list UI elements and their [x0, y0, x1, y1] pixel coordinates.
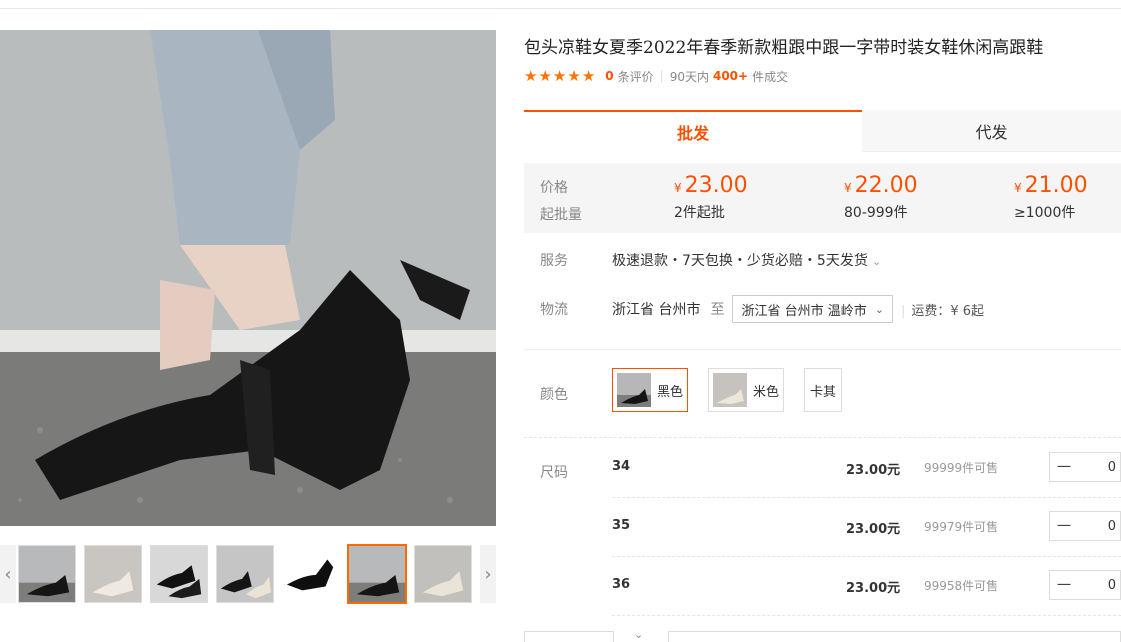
- star-icon: ★: [524, 66, 538, 85]
- color-option-khaki[interactable]: 卡其: [804, 368, 842, 412]
- size-price: 23.00元: [846, 581, 901, 596]
- divider: |: [659, 69, 664, 83]
- size-row: 34 23.00元 99999件可售 一 0: [612, 439, 1121, 497]
- destination-value: 浙江省 台州市 温岭市: [741, 303, 867, 319]
- sales-period: 90天内: [669, 69, 709, 84]
- freight-info: | 运费：¥ 6起: [900, 303, 985, 319]
- price-tier: ¥22.00 80-999件: [844, 173, 918, 222]
- tier-moq: ≥1000件: [1014, 205, 1076, 221]
- currency-symbol: ¥: [674, 181, 682, 195]
- logistics-label: 物流: [540, 302, 568, 318]
- rating-stars: ★ ★ ★ ★ ★: [524, 66, 596, 85]
- size-price: 23.00元: [846, 463, 901, 478]
- color-swatch-image: [617, 373, 651, 407]
- thumbnail[interactable]: [150, 545, 208, 603]
- quantity-input[interactable]: 0: [1078, 460, 1120, 475]
- purchase-mode-tabs: 批发 代发: [524, 110, 1121, 152]
- main-product-image[interactable]: [0, 30, 496, 526]
- product-title: 包头凉鞋女夏季2022年春季新款粗跟中跟一字带时装女鞋休闲高跟鞋: [524, 38, 1044, 58]
- minus-icon[interactable]: 一: [1050, 457, 1078, 477]
- minus-icon[interactable]: 一: [1050, 575, 1078, 595]
- service-text: 极速退款・7天包换・少货必赔・5天发货: [612, 253, 868, 269]
- tier-price: 21.00: [1024, 173, 1088, 198]
- minus-icon[interactable]: 一: [1050, 516, 1078, 536]
- moq-label: 起批量: [540, 207, 582, 223]
- size-value: 34: [612, 459, 631, 474]
- thumbnail[interactable]: [216, 545, 274, 603]
- freight-text: 运费：¥ 6起: [911, 303, 985, 319]
- color-option-beige[interactable]: 米色: [708, 368, 784, 412]
- review-suffix[interactable]: 条评价: [618, 68, 654, 85]
- size-stock: 99999件可售: [924, 461, 999, 475]
- color-option-label: 卡其: [809, 384, 836, 400]
- service-label: 服务: [540, 253, 568, 269]
- currency-symbol: ¥: [1014, 181, 1022, 195]
- review-count[interactable]: 0: [605, 69, 613, 83]
- sales-count: 400+: [712, 69, 749, 83]
- size-stock: 99979件可售: [924, 520, 999, 534]
- star-icon: ★: [581, 66, 596, 85]
- quantity-stepper: 一 0: [1049, 511, 1121, 541]
- size-price: 23.00元: [846, 522, 901, 537]
- size-row: 35 23.00元 99979件可售 一 0: [612, 498, 1121, 556]
- size-label: 尺码: [540, 465, 568, 481]
- bottom-control-partial[interactable]: [524, 631, 614, 642]
- thumbnail[interactable]: [84, 545, 142, 603]
- tier-price: 23.00: [684, 173, 748, 198]
- tab-dropship[interactable]: 代发: [862, 110, 1121, 152]
- tier-moq: 2件起批: [674, 205, 725, 221]
- currency-symbol: ¥: [844, 181, 852, 195]
- chevron-down-icon[interactable]: ⌄: [634, 628, 654, 642]
- size-value: 36: [612, 577, 631, 592]
- size-stock: 99958件可售: [924, 579, 999, 593]
- thumbnail-active[interactable]: [347, 544, 407, 604]
- destination-select[interactable]: 浙江省 台州市 温岭市 ⌄: [732, 295, 893, 323]
- to-label: 至: [710, 302, 725, 318]
- color-swatch-image: [713, 373, 747, 407]
- tier-price: 22.00: [854, 173, 918, 198]
- price-tier: ¥21.00 ≥1000件: [1014, 173, 1088, 222]
- price-tier: ¥23.00 2件起批: [674, 173, 748, 222]
- quantity-input[interactable]: 0: [1078, 578, 1120, 593]
- section-divider: [524, 349, 1121, 350]
- color-option-black[interactable]: 黑色: [612, 368, 688, 412]
- size-row: 36 23.00元 99958件可售 一 0: [612, 557, 1121, 615]
- quantity-stepper: 一 0: [1049, 452, 1121, 482]
- color-option-label: 米色: [753, 384, 780, 400]
- star-icon: ★: [567, 66, 581, 85]
- service-guarantees[interactable]: 极速退款・7天包换・少货必赔・5天发货 ⌄: [612, 250, 881, 270]
- sales-suffix: 件成交: [752, 69, 789, 84]
- origin-location: 浙江省 台州市: [612, 302, 701, 318]
- rating-row: ★ ★ ★ ★ ★ 0 条评价 | 90天内 400+ 件成交: [524, 67, 788, 85]
- row-divider: [612, 615, 1121, 616]
- top-divider: [0, 8, 1121, 9]
- color-option-label: 黑色: [657, 384, 684, 400]
- thumbnail[interactable]: [18, 545, 76, 603]
- tier-moq: 80-999件: [844, 205, 908, 221]
- quantity-input[interactable]: 0: [1078, 519, 1120, 534]
- chevron-down-icon: ⌄: [871, 255, 882, 268]
- thumbnail[interactable]: [414, 545, 472, 603]
- color-label: 颜色: [540, 387, 568, 403]
- star-icon: ★: [538, 66, 552, 85]
- price-tiers: 价格 起批量 ¥23.00 2件起批 ¥22.00 80-999件 ¥21.00…: [524, 163, 1121, 233]
- section-divider: [524, 437, 1121, 438]
- thumbnail-strip: ‹ ›: [0, 543, 496, 605]
- bottom-input-partial[interactable]: [668, 631, 1121, 642]
- thumbnail[interactable]: [282, 545, 340, 603]
- tab-wholesale[interactable]: 批发: [524, 110, 862, 152]
- star-icon: ★: [552, 66, 567, 85]
- thumbnail-prev-arrow-icon[interactable]: ‹: [0, 545, 16, 603]
- thumbnail-next-arrow-icon[interactable]: ›: [480, 545, 496, 603]
- quantity-stepper: 一 0: [1049, 570, 1121, 600]
- price-label: 价格: [540, 180, 568, 196]
- size-value: 35: [612, 518, 631, 533]
- logistics-row: 浙江省 台州市 至 浙江省 台州市 温岭市 ⌄ | 运费：¥ 6起: [612, 295, 984, 323]
- chevron-down-icon: ⌄: [874, 302, 884, 316]
